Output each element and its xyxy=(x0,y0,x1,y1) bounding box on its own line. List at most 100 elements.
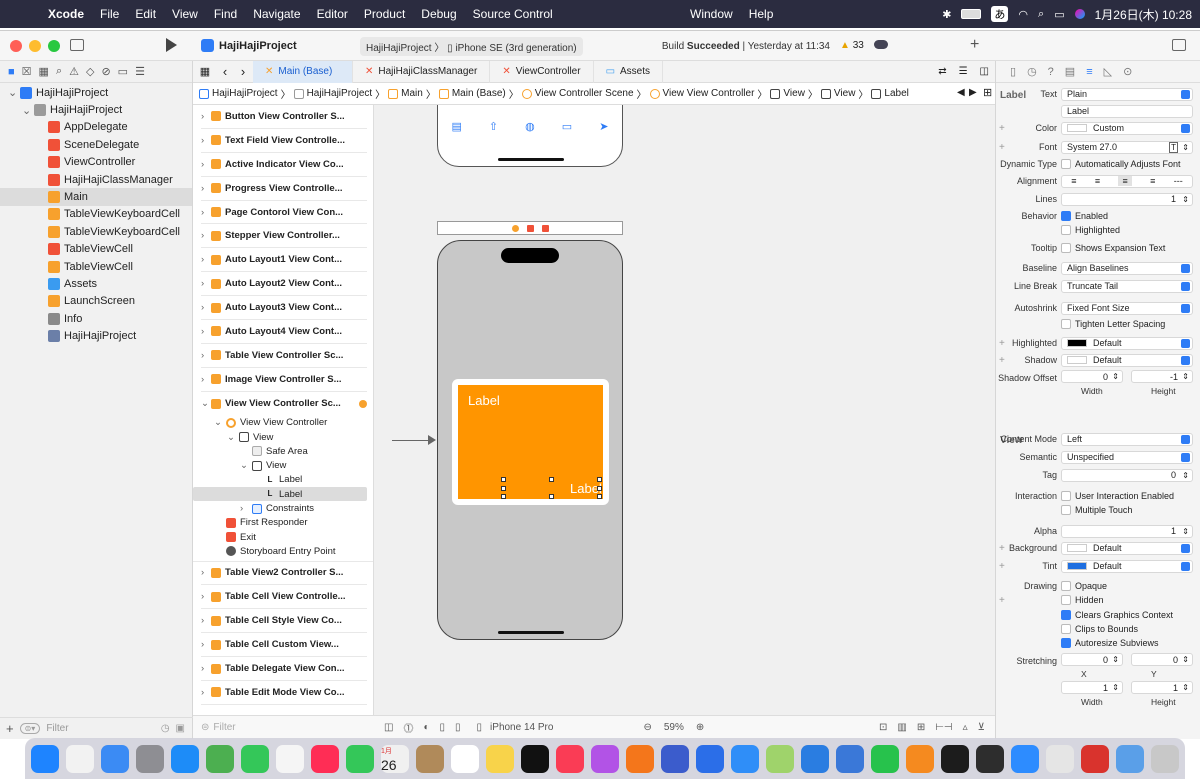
split-editor-icon[interactable]: ◫ xyxy=(974,66,995,77)
zoom-in-icon[interactable]: ⊕ xyxy=(696,722,704,733)
safari-icon[interactable] xyxy=(171,744,199,773)
inspector-checkbox[interactable]: Hidden xyxy=(1061,595,1104,605)
number-field[interactable]: 0 ⇕ xyxy=(1061,370,1123,383)
music-icon[interactable] xyxy=(556,744,584,773)
stepper-icon[interactable]: ⇕ xyxy=(1182,683,1189,692)
device-icon[interactable]: ▯ xyxy=(477,722,483,733)
resize-handle[interactable] xyxy=(597,477,602,482)
sidebar-toggle-icon[interactable] xyxy=(70,39,84,51)
checkbox-icon[interactable] xyxy=(1061,225,1071,235)
exit-dock-icon[interactable] xyxy=(541,224,549,232)
checkbox-icon[interactable] xyxy=(1061,624,1071,634)
resize-handle[interactable] xyxy=(597,494,602,499)
chevron-right-icon[interactable]: › xyxy=(201,254,211,265)
inspector-font[interactable]: System 27.0 T ⇕ xyxy=(1061,140,1193,154)
contacts-icon[interactable] xyxy=(416,744,444,773)
number-field[interactable]: 1 ⇕ xyxy=(1131,681,1193,694)
chevron-down-icon[interactable]: ⌄ xyxy=(22,104,34,117)
font-picker-icon[interactable]: T xyxy=(1169,141,1178,153)
terminal-icon[interactable] xyxy=(976,744,1004,773)
test-icon[interactable]: ◇ xyxy=(86,65,94,78)
add-icon[interactable]: + xyxy=(970,36,979,54)
add-file-icon[interactable]: + xyxy=(6,721,14,736)
inspector-checkbox[interactable]: Shows Expansion Text xyxy=(1061,243,1165,253)
outline-scene[interactable]: › Table View2 Controller S... xyxy=(201,562,367,586)
zoom-icon[interactable] xyxy=(1011,744,1039,773)
forward-icon[interactable]: › xyxy=(233,64,253,79)
podcasts-icon[interactable] xyxy=(591,744,619,773)
battery-icon[interactable] xyxy=(961,9,982,19)
resize-handle[interactable] xyxy=(549,494,554,499)
resize-handle[interactable] xyxy=(501,486,506,491)
inspector-checkbox[interactable]: Clears Graphics Context xyxy=(1061,610,1173,620)
responder-dock-icon[interactable] xyxy=(526,224,534,232)
inspector-popup[interactable]: Default xyxy=(1061,541,1193,555)
navigator-filter-input[interactable]: Filter xyxy=(46,723,68,734)
navigator-item[interactable]: Info xyxy=(0,310,192,327)
add-variation-icon[interactable]: + xyxy=(999,355,1005,366)
zoom-out-icon[interactable]: ⊖ xyxy=(643,722,651,733)
breakpoint-icon[interactable]: ▭ xyxy=(118,65,128,78)
chevron-updown-icon[interactable] xyxy=(1181,263,1190,273)
resolve-icon[interactable]: ▵ xyxy=(963,722,968,733)
navigator-item[interactable]: TableViewCell xyxy=(0,241,192,258)
storyboard-canvas[interactable]: ▤ ⇧ ◍ ▭ ➤ Label Label xyxy=(374,105,995,715)
chevron-right-icon[interactable]: › xyxy=(201,615,211,626)
outline-scene[interactable]: › Auto Layout3 View Cont... xyxy=(201,296,367,321)
find-icon[interactable]: ⌕ xyxy=(56,65,62,78)
recent-icon[interactable]: ◷ xyxy=(161,723,170,734)
align-left-icon[interactable]: ≡ xyxy=(1071,176,1076,186)
tab-main-base-[interactable]: ✕ Main (Base) xyxy=(253,60,353,83)
outline-scene[interactable]: › Table Delegate View Con... xyxy=(201,657,367,681)
chevron-updown-icon[interactable] xyxy=(1181,434,1190,444)
outline-open-scene[interactable]: ⌄ View View Controller Sc... xyxy=(201,392,367,416)
chevron-right-icon[interactable]: › xyxy=(201,350,211,361)
outline-item-view[interactable]: ⌄ View xyxy=(193,430,373,444)
outline-item-exit[interactable]: Exit xyxy=(193,530,373,544)
symbol-icon[interactable]: ▦ xyxy=(39,65,49,78)
add-variation-icon[interactable]: + xyxy=(999,561,1005,572)
filter-icon[interactable]: ⊜ xyxy=(201,722,209,733)
jump-bar-item[interactable]: Main (Base) xyxy=(438,88,506,99)
warning-badge[interactable]: ▲ 33 xyxy=(840,40,864,51)
menu-window[interactable]: Window xyxy=(682,7,741,21)
stepper-icon[interactable]: ⇕ xyxy=(1182,372,1189,381)
outline-scene[interactable]: › Page Contorol View Con... xyxy=(201,201,367,225)
grid-icon[interactable]: ▦ xyxy=(193,65,217,78)
outline-item-view[interactable]: ⌄ View xyxy=(193,458,373,472)
appstore-icon[interactable] xyxy=(731,744,759,773)
search-icon[interactable]: ⌕ xyxy=(1038,8,1044,21)
editor-options-icon[interactable]: ☰ xyxy=(953,66,974,77)
books-icon[interactable] xyxy=(626,744,654,773)
inspector-checkbox[interactable]: Enabled xyxy=(1061,211,1108,221)
jump-bar-item[interactable]: HajiHajiProject xyxy=(199,88,278,99)
navigator-item[interactable]: LaunchScreen xyxy=(0,293,192,310)
navigator-item[interactable]: ⌄ HajiHajiProject xyxy=(0,101,192,118)
chevron-down-icon[interactable]: ⌄ xyxy=(227,432,239,443)
previous-scene-device[interactable]: ▤ ⇧ ◍ ▭ ➤ xyxy=(437,105,623,167)
vscode-icon[interactable] xyxy=(801,744,829,773)
reminders-icon[interactable] xyxy=(451,744,479,773)
filter-scm-icon[interactable]: ▣ xyxy=(176,723,185,734)
align-center-icon[interactable]: ≡ xyxy=(1095,176,1100,186)
report-icon[interactable]: ☰ xyxy=(135,65,145,78)
navigator-item[interactable]: Main xyxy=(0,188,192,206)
chevron-right-icon[interactable]: › xyxy=(201,639,211,650)
inspector-checkbox[interactable]: Automatically Adjusts Font xyxy=(1061,159,1181,169)
chevron-updown-icon[interactable] xyxy=(1181,452,1190,462)
menu-navigate[interactable]: Navigate xyxy=(245,7,308,21)
close-button[interactable] xyxy=(10,39,22,52)
outline-scene[interactable]: › Button View Controller S... xyxy=(201,105,367,129)
chevron-right-icon[interactable]: › xyxy=(201,567,211,578)
stepper-icon[interactable]: ⇕ xyxy=(1112,683,1119,692)
inspector-popup[interactable]: Left xyxy=(1061,432,1193,446)
navigator-item[interactable]: HajiHajiProject xyxy=(0,327,192,344)
stepper-icon[interactable]: ⇕ xyxy=(1112,655,1119,664)
chevron-right-icon[interactable]: › xyxy=(201,135,211,146)
scene-dock[interactable] xyxy=(437,221,623,235)
stepper-icon[interactable]: ⇕ xyxy=(1182,527,1189,536)
inspector-checkbox[interactable]: Multiple Touch xyxy=(1061,505,1132,515)
chevron-right-icon[interactable]: › xyxy=(201,326,211,337)
jump-prev-icon[interactable]: ◀ xyxy=(957,87,965,98)
stack-icon[interactable]: ▥ xyxy=(897,722,906,733)
